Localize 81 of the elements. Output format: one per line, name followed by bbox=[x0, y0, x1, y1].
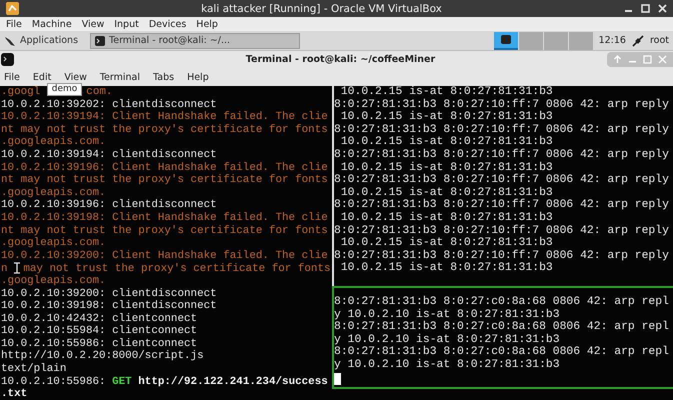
terminal-text: 8:0:27:81:31:b3 8:0:27:c0:8a:68 0806 42: arp repl bbox=[334, 346, 670, 358]
terminal-text: .txt bbox=[1, 388, 28, 400]
terminal-text: 10.0.2.10:39200: Client Handshake failed. The clie bbox=[1, 250, 328, 262]
terminal-text: com. bbox=[86, 86, 112, 98]
menu-item[interactable]: Help bbox=[187, 72, 209, 82]
terminal-text: GET bbox=[112, 376, 132, 388]
close-icon[interactable] bbox=[658, 4, 667, 13]
terminal-text: 8:0:27:81:31:b3 8:0:27:10:ff:7 0806 42: arp reply bbox=[334, 98, 670, 111]
terminal-text: 8:0:27:81:31:b3 8:0:27:c0:8a:68 0806 42: arp repl bbox=[334, 321, 670, 334]
menu-item[interactable]: File bbox=[4, 72, 20, 82]
terminal-icon bbox=[1, 53, 14, 66]
terminal-text: 10.0.2.10:39196: clientdisconnect bbox=[1, 199, 217, 212]
terminal-icon bbox=[500, 35, 511, 44]
user-name[interactable]: root bbox=[650, 35, 669, 46]
terminal-text: 10.0.2.10:39194: clientdisconnect bbox=[1, 148, 217, 161]
terminal-text: .googl bbox=[1, 86, 40, 98]
terminal-text: 8:0:27:81:31:b3 8:0:27:10:ff:7 0806 42: arp reply bbox=[334, 174, 670, 186]
menu-item[interactable]: View bbox=[64, 72, 87, 82]
text-cursor bbox=[334, 372, 341, 385]
menu-item[interactable]: Input bbox=[114, 18, 139, 30]
terminal-text: .googleapis.com. bbox=[1, 136, 106, 148]
terminal-text: 8:0:27:81:31:b3 8:0:27:10:ff:7 0806 42: arp reply bbox=[334, 148, 670, 162]
terminal-text: 10.0.2.10:39200: clientdisconnect bbox=[1, 288, 217, 300]
terminal-text: 10.0.2.15 is-at 8:0:27:81:31:b3 bbox=[340, 186, 554, 199]
terminal-text: 10.0.2.15 is-at 8:0:27:81:31:b3 bbox=[340, 86, 554, 98]
tooltip: demo bbox=[46, 83, 82, 96]
terminal-text: 8:0:27:81:31:b3 8:0:27:c0:8a:68 0806 42: arp repl bbox=[334, 296, 670, 308]
terminal-text: 8:0:27:81:31:b3 8:0:27:10:ff:7 0806 42: arp reply bbox=[334, 250, 670, 262]
terminal-text: 10.0.2.15 is-at 8:0:27:81:31:b3 bbox=[340, 162, 554, 174]
window-title: kali attacker [Running] - Oracle VM VirtualBox bbox=[200, 2, 443, 14]
terminal-text: 10.0.2.15 is-at 8:0:27:81:31:b3 bbox=[340, 136, 554, 148]
applications-menu[interactable]: Applications bbox=[0, 31, 82, 50]
terminal-text: nt may not trust the proxy's certificate for fonts bbox=[1, 174, 328, 186]
terminal-text: http://92.122.241.234/success bbox=[138, 376, 328, 388]
terminal-text: 10.0.2.10:39198: Client Handshake failed. The clie bbox=[1, 212, 328, 224]
terminal-text: 10.0.2.10:39194: Client Handshake failed. The clie bbox=[1, 111, 328, 124]
terminal-text: .googleapis.com. bbox=[1, 237, 106, 250]
terminal-text: y 10.0.2.10 is-at 8:0:27:81:31:b3 bbox=[334, 308, 561, 321]
terminal-text: y 10.0.2.10 is-at 8:0:27:81:31:b3 bbox=[334, 334, 561, 346]
terminal-text: 10.0.2.10:39198: clientdisconnect bbox=[1, 300, 217, 312]
maximize-icon[interactable] bbox=[641, 4, 650, 13]
terminal-text: y 10.0.2.10 is-at 8:0:27:81:31:b3 bbox=[334, 358, 561, 372]
terminal-text: nt may not trust the proxy's certificate for fonts bbox=[1, 224, 328, 237]
menu-item[interactable]: Help bbox=[196, 18, 218, 30]
workspace-button[interactable] bbox=[494, 32, 518, 50]
terminal-text: nt may not trust the proxy's certificate for fonts bbox=[1, 124, 328, 136]
terminal-text: 8:0:27:81:31:b3 8:0:27:10:ff:7 0806 42: arp reply bbox=[334, 199, 670, 212]
menu-item[interactable]: View bbox=[82, 18, 104, 30]
terminal-text: 10.0.2.10:42432: clientconnect bbox=[1, 312, 198, 325]
terminal-text: 8:0:27:81:31:b3 8:0:27:10:ff:7 0806 42: arp reply bbox=[334, 124, 670, 136]
terminal-text: .googleapis.com. bbox=[1, 186, 106, 199]
terminal-text: text/plain bbox=[1, 363, 66, 376]
clock: 12:16 bbox=[598, 35, 626, 46]
menu-item[interactable]: Terminal bbox=[100, 72, 140, 82]
text-cursor-icon bbox=[14, 262, 20, 274]
menu-item[interactable]: Edit bbox=[32, 72, 52, 82]
terminal-text: 10.0.2.10:39196: Client Handshake failed. The clie bbox=[1, 162, 328, 174]
terminal-text: 10.0.2.10:55984: clientconnect bbox=[1, 325, 198, 338]
terminal-text: 10.0.2.10:55986: bbox=[1, 376, 106, 388]
terminal-text: 10.0.2.15 is-at 8:0:27:81:31:b3 bbox=[340, 237, 554, 250]
terminal-text: 10.0.2.15 is-at 8:0:27:81:31:b3 bbox=[340, 212, 554, 224]
dragon-icon bbox=[4, 34, 16, 46]
plug-icon[interactable] bbox=[632, 34, 644, 46]
menu-item[interactable]: Machine bbox=[32, 18, 72, 30]
terminal-text: 10.0.2.10:39202: clientdisconnect bbox=[1, 98, 217, 111]
terminal-text: n bbox=[1, 263, 8, 276]
menu-item[interactable]: File bbox=[6, 18, 22, 30]
terminal-text: 8:0:27:81:31:b3 8:0:27:10:ff:7 0806 42: arp reply bbox=[334, 224, 670, 237]
terminal-text: may not trust the proxy's certificate for fonts bbox=[23, 263, 331, 276]
taskbar-button[interactable]: Terminal - root@kali: ~/... bbox=[90, 32, 300, 48]
terminal-text: 10.0.2.15 is-at 8:0:27:81:31:b3 bbox=[340, 111, 554, 124]
terminal-text: .googleapis.com. bbox=[1, 274, 106, 287]
window-title: Terminal - root@kali: ~/coffeeMiner bbox=[244, 54, 436, 65]
arrow-up-icon[interactable] bbox=[613, 55, 622, 64]
app-icon bbox=[6, 2, 19, 15]
terminal-text: http://10.0.2.20:8000/script.js bbox=[1, 350, 204, 362]
terminal-text: 10.0.2.15 is-at 8:0:27:81:31:b3 bbox=[340, 262, 554, 275]
terminal-text: 10.0.2.10:55986: clientconnect bbox=[1, 338, 198, 350]
terminal-icon bbox=[95, 36, 106, 46]
menu-item[interactable]: Tabs bbox=[153, 72, 174, 82]
menu-item[interactable]: Devices bbox=[148, 18, 186, 30]
